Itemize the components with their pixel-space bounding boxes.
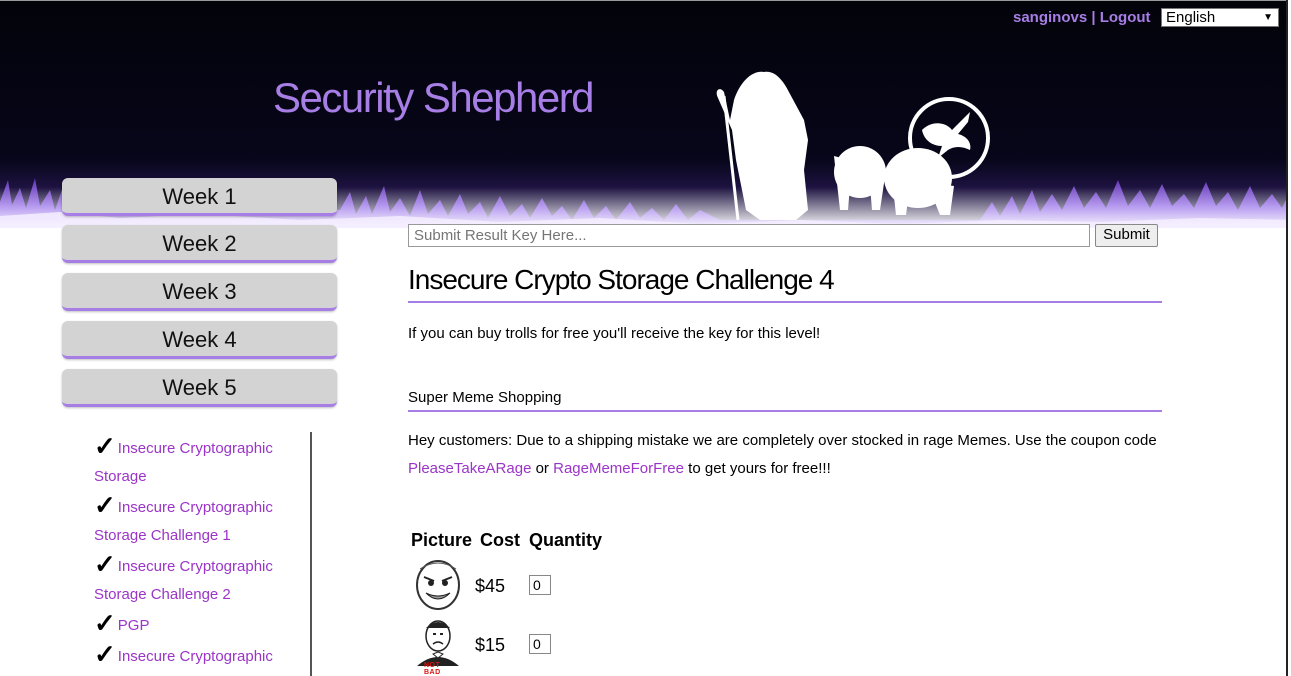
title-divider xyxy=(408,301,1162,303)
level-item-insecure-crypto-storage-2[interactable]: ✓ Insecure Cryptographic Storage Challeng… xyxy=(94,550,304,609)
level-item-pgp[interactable]: ✓ PGP xyxy=(94,609,304,640)
dropdown-arrow-icon: ▼ xyxy=(1263,12,1273,23)
quantity-input[interactable]: 0 xyxy=(529,634,551,654)
week-3-button[interactable]: Week 3 xyxy=(62,273,337,311)
username-link[interactable]: sanginovs xyxy=(1013,9,1087,26)
submit-button[interactable]: Submit xyxy=(1095,224,1158,247)
week-1-button[interactable]: Week 1 xyxy=(62,178,337,216)
week-5-button[interactable]: Week 5 xyxy=(62,369,337,407)
challenge-intro: If you can buy trolls for free you'll re… xyxy=(408,325,821,342)
user-links: sanginovs | Logout xyxy=(1013,9,1151,26)
level-item-insecure-crypto-storage-1[interactable]: ✓ Insecure Cryptographic Storage Challeng… xyxy=(94,491,304,550)
level-link-line1[interactable]: Insecure Cryptographic xyxy=(118,499,273,516)
language-select[interactable]: English ▼ xyxy=(1161,8,1279,27)
quantity-input[interactable]: 0 xyxy=(529,575,551,595)
shepherd-logo xyxy=(716,71,990,221)
notice-or: or xyxy=(535,460,549,477)
level-list: ✓ Insecure Cryptographic Storage ✓ Insecur… xyxy=(78,432,312,676)
separator: | xyxy=(1091,9,1096,26)
coupon-notice: Hey customers: Due to a shipping mistake… xyxy=(408,427,1168,483)
week-2-button[interactable]: Week 2 xyxy=(62,225,337,263)
logout-link[interactable]: Logout xyxy=(1100,9,1151,26)
scrollbar[interactable] xyxy=(1286,0,1291,676)
level-item-insecure-crypto-storage[interactable]: ✓ Insecure Cryptographic Storage xyxy=(94,432,304,491)
level-link-line2[interactable]: Storage Challenge 1 xyxy=(94,527,231,544)
rage-face-icon xyxy=(416,560,460,610)
notice-prefix: Hey customers: Due to a shipping mistake… xyxy=(408,432,1157,449)
level-link-line1[interactable]: Insecure Cryptographic xyxy=(118,648,273,665)
level-item-insecure-crypto-storage-next[interactable]: ✓ Insecure Cryptographic xyxy=(94,640,304,671)
level-link-line2[interactable]: Storage Challenge 2 xyxy=(94,586,231,603)
top-border xyxy=(0,0,1291,1)
shop-divider xyxy=(408,410,1162,412)
level-link-line2[interactable]: Storage xyxy=(94,468,147,485)
coupon-link-1[interactable]: PleaseTakeARage xyxy=(408,460,531,477)
checkmark-icon: ✓ xyxy=(94,608,116,638)
checkmark-icon: ✓ xyxy=(94,639,116,669)
header-quantity: Quantity xyxy=(529,530,603,550)
checkmark-icon: ✓ xyxy=(94,549,116,579)
level-link-line1[interactable]: Insecure Cryptographic xyxy=(118,558,273,575)
header-cost: Cost xyxy=(480,530,520,550)
result-key-input[interactable] xyxy=(408,224,1090,247)
level-link-line1[interactable]: Insecure Cryptographic xyxy=(118,440,273,457)
not-bad-caption: NOT BAD xyxy=(424,662,441,676)
notice-suffix: to get yours for free!!! xyxy=(688,460,831,477)
shop-title: Super Meme Shopping xyxy=(408,389,562,406)
coupon-link-2[interactable]: RageMemeForFree xyxy=(553,460,684,477)
week-4-button[interactable]: Week 4 xyxy=(62,321,337,359)
header-picture: Picture xyxy=(411,530,473,550)
level-link-line1[interactable]: PGP xyxy=(118,617,150,634)
checkmark-icon: ✓ xyxy=(94,432,116,461)
cost-cell: $45 xyxy=(475,576,506,596)
checkmark-icon: ✓ xyxy=(94,490,116,520)
language-selected: English xyxy=(1166,9,1216,26)
site-title: Security Shepherd xyxy=(273,74,595,121)
cost-cell: $15 xyxy=(475,635,506,655)
challenge-title: Insecure Crypto Storage Challenge 4 xyxy=(408,264,835,295)
